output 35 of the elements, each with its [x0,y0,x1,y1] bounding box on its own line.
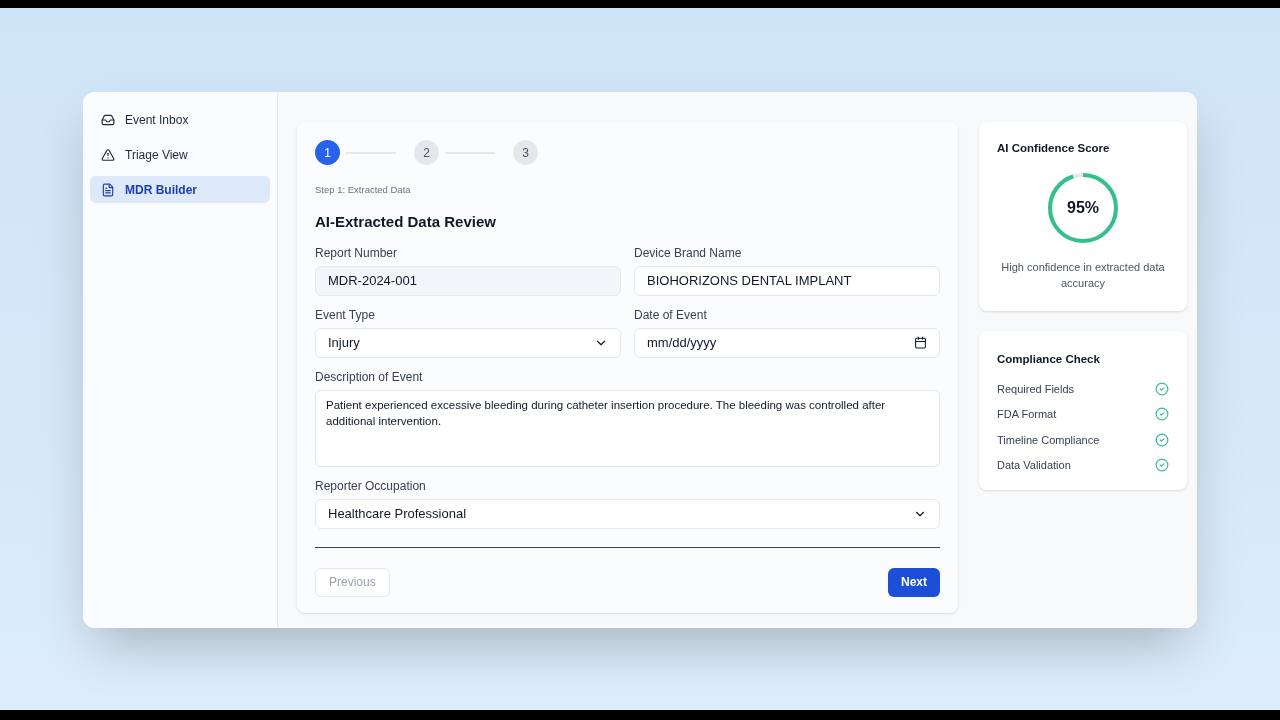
select-field[interactable]: Injury [315,327,621,358]
date-placeholder: mm/dd/yyyy [647,334,717,352]
field-label: Report Number [315,245,399,260]
step-caption: Step 1: Extracted Data [315,183,412,197]
confidence-value: 95% [1067,198,1099,219]
next-button[interactable]: Next [888,567,940,597]
compliance-item: FDA Format [997,407,1057,422]
sidebar-item[interactable]: MDR Builder [90,176,270,203]
field-label: Reporter Occupation [315,478,427,493]
step-indicator[interactable]: 1 [315,140,340,165]
warning-icon [101,147,115,162]
text-field[interactable]: BIOHORIZONS DENTAL IMPLANT [634,265,940,296]
form-title: AI-Extracted Data Review [315,212,497,233]
select-value: Healthcare Professional [328,505,467,523]
textarea-field[interactable]: Patient experienced excessive bleeding during catheter insertion procedure. The bleeding was controlled after additional intervention. [315,389,940,467]
select-field[interactable]: Healthcare Professional [315,498,940,529]
compliance-item: Required Fields [997,381,1075,397]
sidebar-item[interactable]: Event Inbox [90,106,270,133]
compliance-item: Data Validation [997,458,1071,473]
calendar-icon [914,336,927,350]
field-label: Event Type [315,307,376,322]
inbox-icon [101,112,115,127]
step-indicator[interactable]: 3 [513,140,538,165]
step-indicator[interactable]: 2 [414,140,439,165]
card-title: Compliance Check [997,352,1101,368]
compliance-item: Timeline Compliance [997,432,1100,448]
card-title: AI Confidence Score [997,141,1110,156]
document-icon [101,182,115,197]
confidence-caption: High confidence in extracted data accuracy [1000,260,1166,292]
field-label: Device Brand Name [634,245,743,260]
sidebar-item[interactable]: Triage View [90,141,270,168]
field-label: Description of Event [315,369,424,384]
field-label: Date of Event [634,307,708,322]
select-value: Injury [328,334,360,352]
date-field[interactable]: mm/dd/yyyy [634,327,940,358]
